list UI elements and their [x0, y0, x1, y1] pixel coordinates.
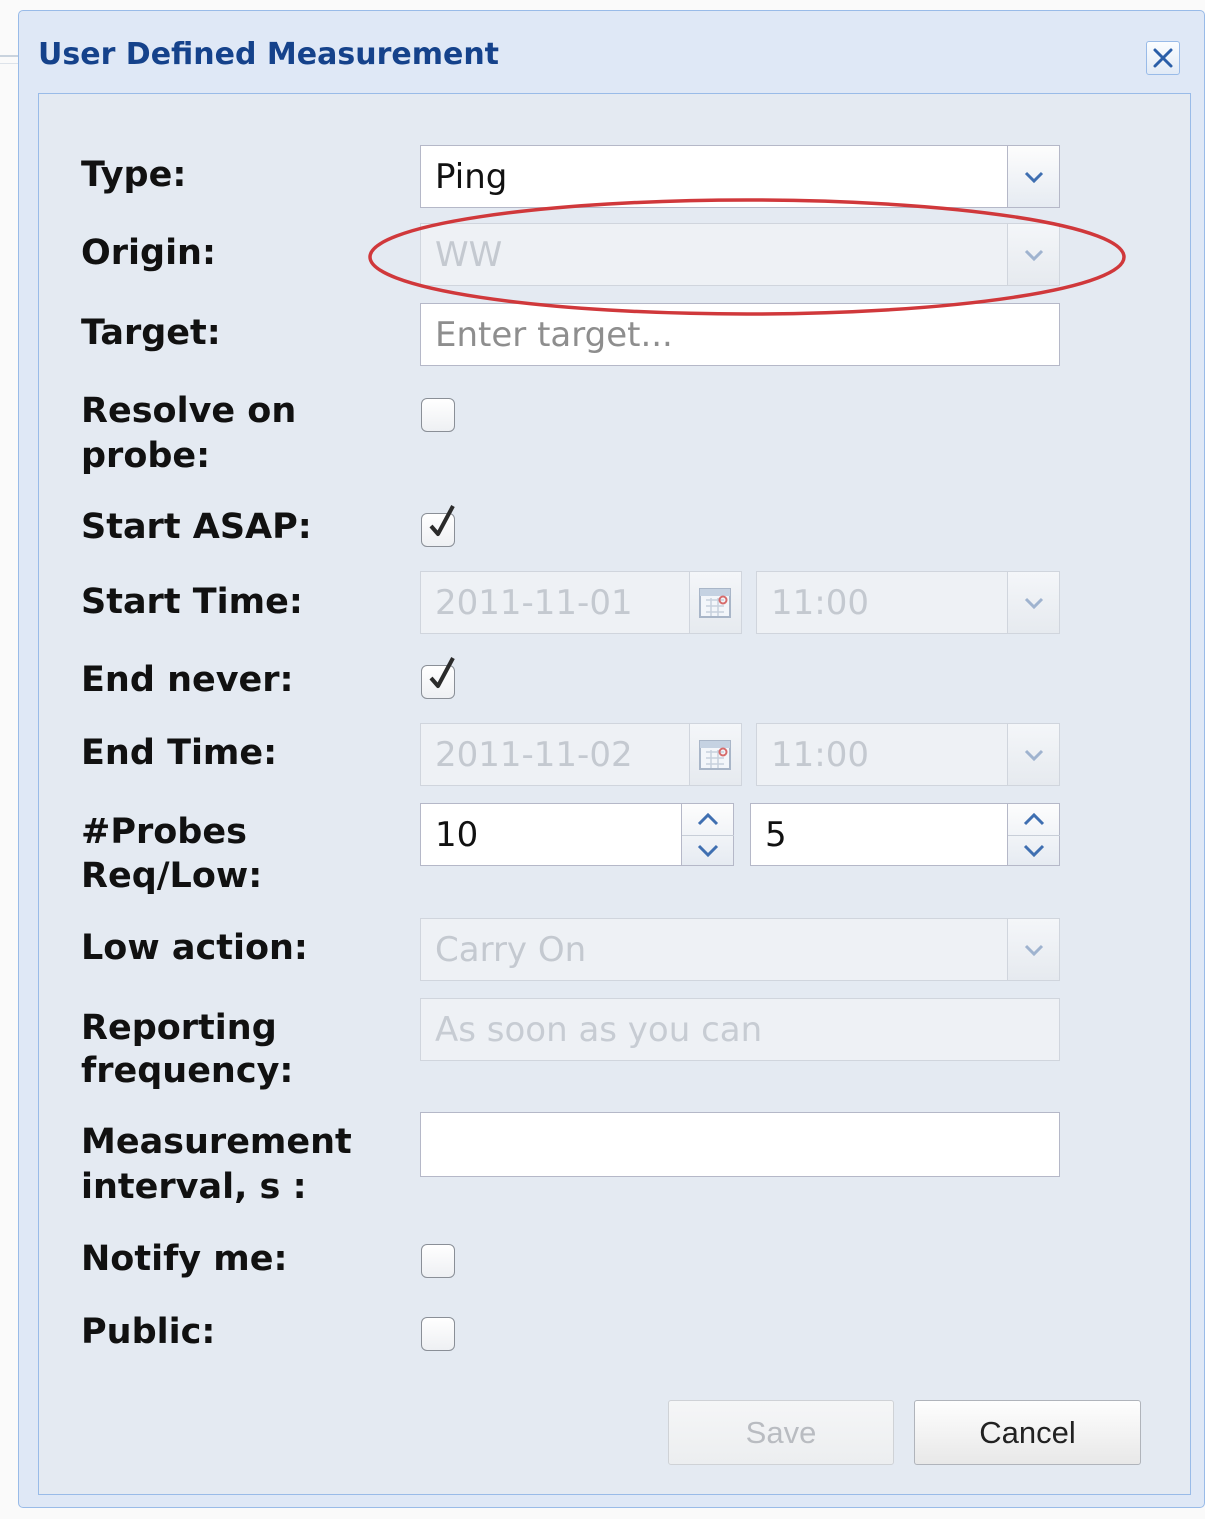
save-button[interactable]: Save: [668, 1400, 894, 1465]
probes-requested-increment[interactable]: [682, 804, 734, 836]
resolve-on-probe-checkbox[interactable]: [421, 398, 455, 432]
target-label: Target:: [81, 313, 221, 353]
probes-low-spinner[interactable]: 5: [750, 803, 1060, 866]
start-time-label: Start Time:: [81, 582, 303, 622]
probes-requested-value: 10: [435, 814, 479, 855]
chevron-down-icon: [697, 844, 719, 858]
probes-requested-decrement[interactable]: [682, 835, 734, 866]
probes-label-line2: Req/Low:: [81, 856, 263, 896]
probes-requested-spin-control: [681, 804, 734, 866]
end-time-label: End Time:: [81, 733, 278, 773]
reporting-frequency-label-line1: Reporting: [81, 1008, 277, 1048]
chevron-up-icon: [697, 812, 719, 826]
probes-low-increment[interactable]: [1008, 804, 1060, 836]
end-hour-value: 11:00: [771, 734, 869, 775]
end-never-label: End never:: [81, 660, 294, 700]
start-asap-checkbox[interactable]: [421, 505, 455, 547]
checkmark-icon: [429, 657, 455, 688]
calendar-icon: [699, 588, 731, 618]
probes-low-decrement[interactable]: [1008, 835, 1060, 866]
public-checkbox[interactable]: [421, 1317, 455, 1351]
origin-label: Origin:: [81, 233, 216, 273]
probes-requested-spinner[interactable]: 10: [420, 803, 734, 866]
end-hour-dropdown-trigger[interactable]: [1007, 724, 1059, 785]
dialog-title: User Defined Measurement: [38, 37, 500, 72]
calendar-icon: [699, 740, 731, 770]
notify-me-checkbox[interactable]: [421, 1244, 455, 1278]
start-asap-label: Start ASAP:: [81, 507, 312, 547]
chevron-down-icon: [1024, 749, 1044, 761]
start-hour-select[interactable]: 11:00: [756, 571, 1060, 634]
close-button[interactable]: [1146, 41, 1180, 75]
resolve-on-probe-label-line2: probe:: [81, 436, 211, 476]
measurement-interval-label-line1: Measurement: [81, 1122, 352, 1162]
reporting-frequency-input[interactable]: As soon as you can: [420, 998, 1060, 1061]
reporting-frequency-placeholder: As soon as you can: [435, 1009, 763, 1050]
start-date-picker-trigger[interactable]: [689, 572, 741, 633]
end-date-value: 2011-11-02: [435, 734, 633, 775]
measurement-interval-label-line2: interval, s :: [81, 1167, 307, 1207]
cancel-button[interactable]: Cancel: [914, 1400, 1141, 1465]
low-action-value: Carry On: [435, 929, 587, 970]
public-label: Public:: [81, 1312, 216, 1352]
end-date-picker-trigger[interactable]: [689, 724, 741, 785]
probes-low-spin-control: [1007, 804, 1060, 866]
low-action-select[interactable]: Carry On: [420, 918, 1060, 981]
type-label: Type:: [81, 155, 187, 195]
end-never-checkbox[interactable]: [421, 657, 455, 699]
low-action-label: Low action:: [81, 928, 308, 968]
measurement-interval-input[interactable]: [420, 1112, 1060, 1177]
end-hour-select[interactable]: 11:00: [756, 723, 1060, 786]
chevron-down-icon: [1024, 171, 1044, 183]
probes-label-line1: #Probes: [81, 812, 247, 852]
highlight-oval-annotation: [368, 198, 1126, 316]
checkmark-icon: [429, 505, 455, 536]
probes-low-value: 5: [765, 814, 787, 855]
chevron-down-icon: [1023, 844, 1045, 858]
start-hour-dropdown-trigger[interactable]: [1007, 572, 1059, 633]
resolve-on-probe-label-line1: Resolve on: [81, 391, 297, 431]
close-icon: [1153, 48, 1173, 68]
chevron-down-icon: [1024, 597, 1044, 609]
chevron-down-icon: [1024, 944, 1044, 956]
start-date-value: 2011-11-01: [435, 582, 633, 623]
low-action-dropdown-trigger[interactable]: [1007, 919, 1059, 980]
chevron-up-icon: [1023, 812, 1045, 826]
notify-me-label: Notify me:: [81, 1239, 288, 1279]
start-hour-value: 11:00: [771, 582, 869, 623]
end-date-field[interactable]: 2011-11-02: [420, 723, 742, 786]
start-date-field[interactable]: 2011-11-01: [420, 571, 742, 634]
reporting-frequency-label-line2: frequency:: [81, 1051, 294, 1091]
